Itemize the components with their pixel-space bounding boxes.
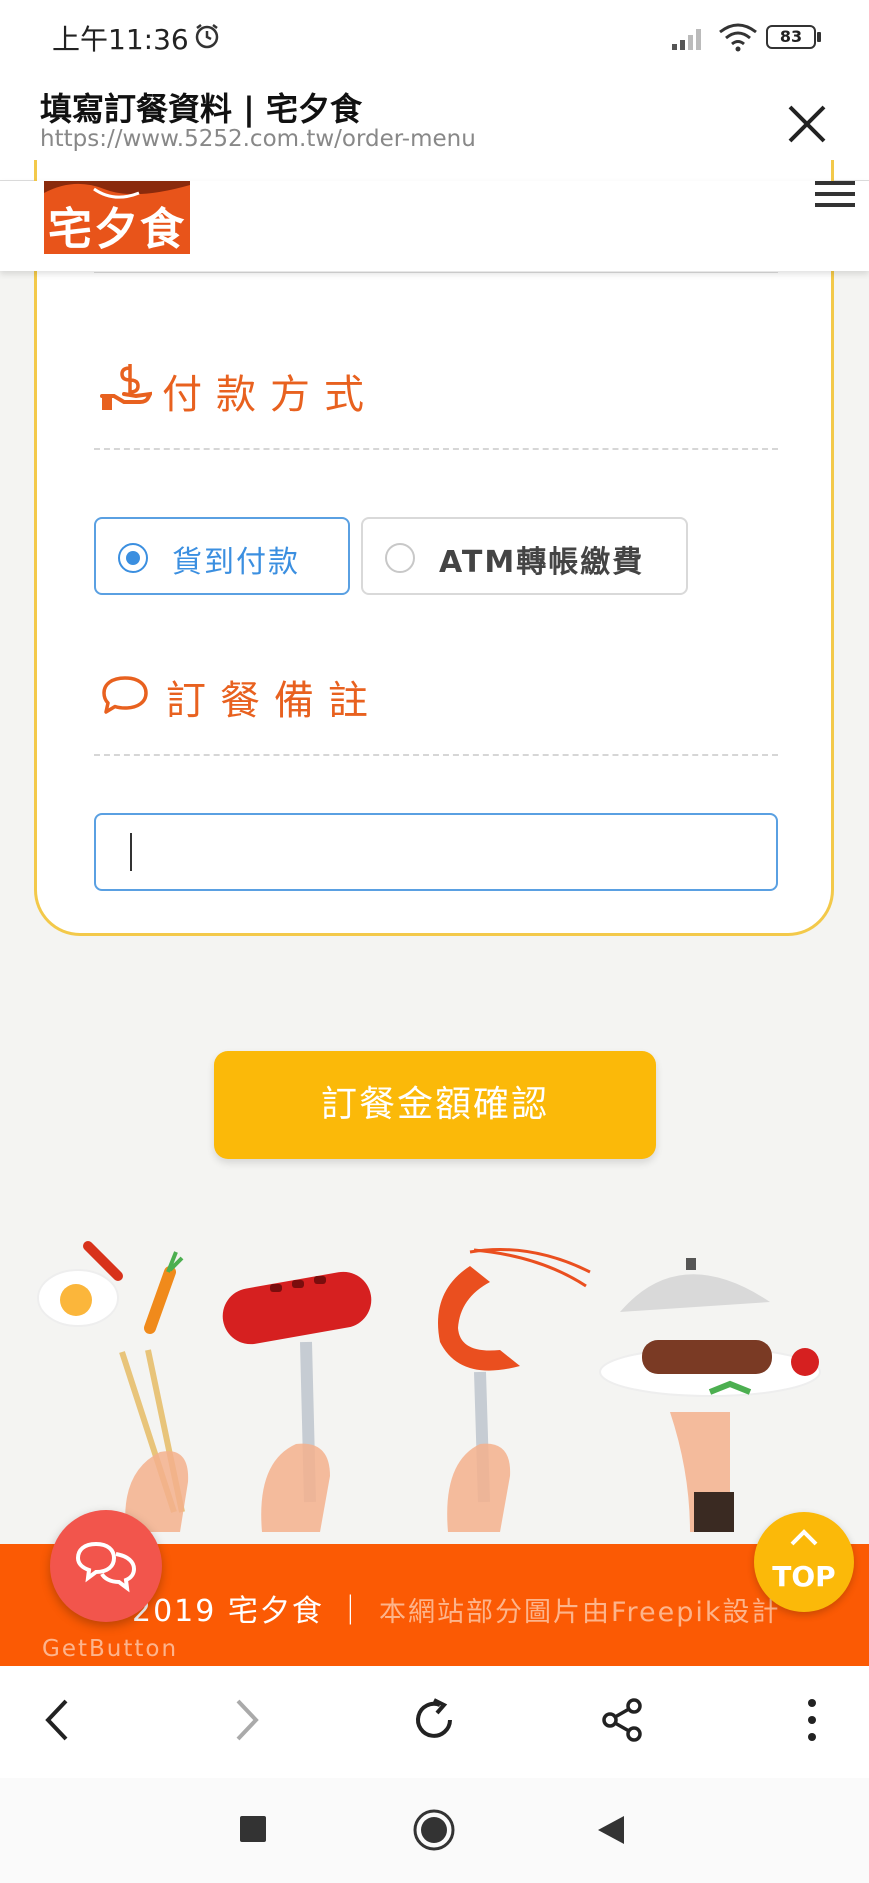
reload-icon[interactable] [410,1696,458,1744]
chat-button[interactable] [50,1510,162,1622]
hamburger-menu-icon[interactable] [815,181,855,211]
share-icon[interactable] [598,1696,646,1744]
battery-indicator: 83 [766,25,816,49]
page-url[interactable]: https://www.5252.com.tw/order-menu [40,126,476,152]
notes-input[interactable] [94,813,778,891]
logo-text: 宅夕食 [48,204,186,254]
more-options-icon[interactable] [800,1697,824,1743]
sausage-fork-illustration [222,1271,372,1532]
card-top-divider [94,272,778,273]
signal-icon [672,29,701,50]
payment-divider [94,448,778,450]
back-to-top-button[interactable]: TOP [754,1512,854,1612]
status-time: 上午11:36 [52,23,189,56]
notes-divider [94,754,778,756]
close-icon[interactable] [780,97,834,151]
radio-selected-icon [118,543,148,573]
radio-unselected-icon [385,543,415,573]
back-icon[interactable] [38,1697,78,1743]
getbutton-label[interactable]: GetButton [42,1636,178,1662]
payment-option-label: 貨到付款 [172,545,300,580]
forward-icon[interactable] [226,1697,266,1743]
payment-option-label: ATM轉帳繳費 [439,545,645,580]
alarm-icon [195,24,219,49]
speech-bubble-icon [102,676,148,714]
confirm-amount-button[interactable]: 訂餐金額確認 [214,1051,656,1159]
payment-option-atm[interactable]: ATM轉帳繳費 [361,517,688,595]
food-illustration [37,1241,821,1532]
egg-chopsticks-illustration [37,1241,189,1532]
wifi-icon [719,23,757,52]
text-caret [130,833,132,871]
page-title: 填寫訂餐資料 | 宅夕食 [40,90,362,128]
site-logo[interactable]: 宅夕食 [44,181,190,254]
footer-copyright-text: 2019 宅夕食 ｜ [132,1594,368,1629]
chat-bubbles-icon [75,1541,137,1593]
home-button[interactable] [412,1808,456,1852]
footer-credit: 本網站部分圖片由Freepik設計 [378,1597,781,1628]
payment-title: 付款方式 [162,372,378,418]
payment-option-cod[interactable]: 貨到付款 [94,517,350,595]
recents-button[interactable] [240,1816,266,1842]
battery-tip [817,32,821,42]
notes-title: 訂餐備註 [166,678,382,724]
hand-money-icon [100,364,152,410]
shrimp-fork-illustration [438,1248,591,1532]
system-back-button[interactable] [596,1814,626,1846]
chevron-up-icon [790,1529,818,1546]
footer-copyright: 2019 宅夕食 ｜ 本網站部分圖片由Freepik設計 [132,1586,781,1630]
steak-plate-illustration [599,1258,821,1532]
top-label: TOP [772,1560,836,1593]
